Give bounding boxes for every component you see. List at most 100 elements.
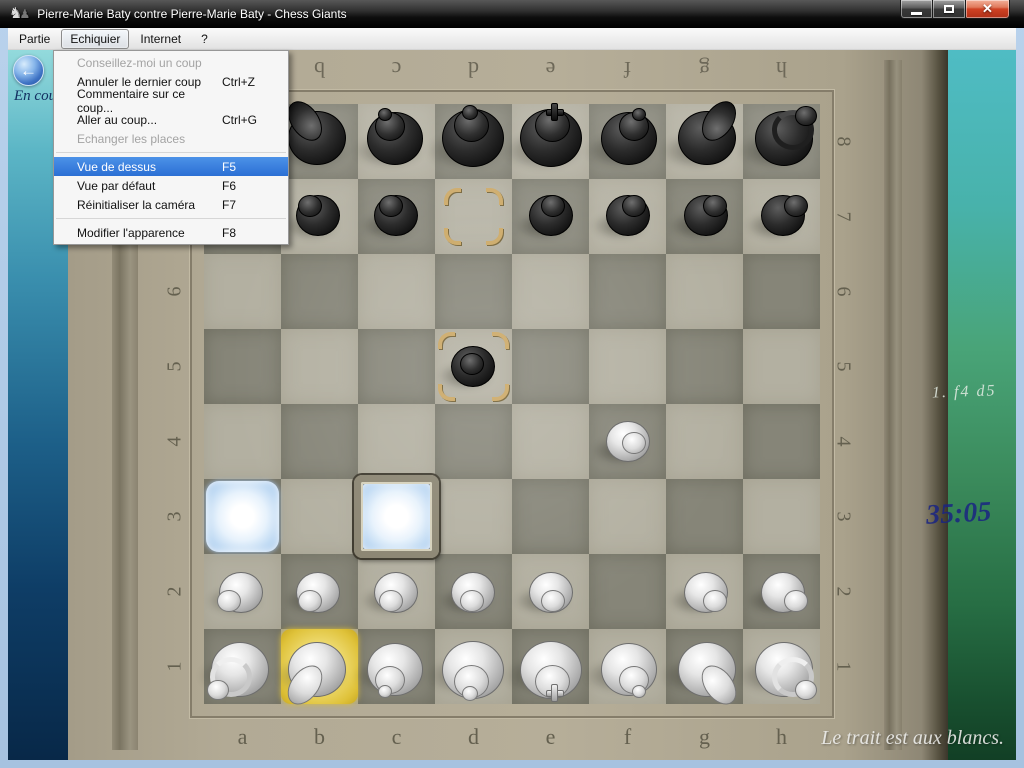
move-target-highlight-a3[interactable]: [206, 481, 279, 552]
menu-item-10[interactable]: Modifier l'apparenceF8: [54, 223, 288, 242]
rank-label-right-5: 5: [806, 356, 881, 378]
piece-white-pawn-f4[interactable]: [589, 404, 666, 479]
piece-black-bishop-c8[interactable]: [358, 104, 435, 179]
piece-black-knight-g8[interactable]: [666, 104, 743, 179]
piece-white-bishop-f1[interactable]: [589, 629, 666, 704]
piece-part: [298, 195, 322, 218]
piece-white-knight-g1[interactable]: [666, 629, 743, 704]
square-g4[interactable]: [666, 404, 743, 479]
square-b6[interactable]: [281, 254, 358, 329]
square-d6[interactable]: [435, 254, 512, 329]
menu-item-8[interactable]: Réinitialiser la caméraF7: [54, 195, 288, 214]
square-e6[interactable]: [512, 254, 589, 329]
piece-black-bishop-f8[interactable]: [589, 104, 666, 179]
game-clock: 35:05: [925, 496, 992, 531]
square-a4[interactable]: [204, 404, 281, 479]
file-label-top-e: e: [512, 56, 589, 82]
square-b4[interactable]: [281, 404, 358, 479]
square-a6[interactable]: [204, 254, 281, 329]
window-title: Pierre-Marie Baty contre Pierre-Marie Ba…: [37, 7, 346, 21]
piece-black-pawn-h7[interactable]: [743, 179, 820, 254]
title-bar[interactable]: ♞♟ Pierre-Marie Baty contre Pierre-Marie…: [0, 0, 1024, 28]
piece-white-pawn-h2[interactable]: [743, 554, 820, 629]
maximize-icon: [944, 5, 954, 13]
piece-part: [784, 590, 808, 613]
menubar-item-internet[interactable]: Internet: [131, 29, 190, 49]
piece-part: [541, 195, 565, 218]
menu-item-7[interactable]: Vue par défautF6: [54, 176, 288, 195]
square-g5[interactable]: [666, 329, 743, 404]
square-c5[interactable]: [358, 329, 435, 404]
menu-item-2[interactable]: Commentaire sur ce coup...: [54, 91, 288, 110]
rank-label-left-3: 3: [138, 506, 213, 528]
menu-item-label: Commentaire sur ce coup...: [77, 87, 223, 115]
menu-bar: PartieEchiquierInternet?: [8, 28, 1016, 50]
square-c6[interactable]: [358, 254, 435, 329]
application-window: ← En cours aabbccddeeffgghh1122334455667…: [0, 0, 1024, 768]
piece-white-knight-b1[interactable]: [281, 629, 358, 704]
piece-black-king-e8[interactable]: [512, 104, 589, 179]
piece-part: [379, 195, 403, 218]
square-c4[interactable]: [358, 404, 435, 479]
square-a5[interactable]: [204, 329, 281, 404]
piece-white-pawn-b2[interactable]: [281, 554, 358, 629]
piece-white-queen-d1[interactable]: [435, 629, 512, 704]
menubar-item-?[interactable]: ?: [192, 29, 217, 49]
back-button[interactable]: ←: [13, 55, 44, 86]
piece-part: [379, 590, 403, 613]
square-d7[interactable]: [435, 179, 512, 254]
piece-white-pawn-e2[interactable]: [512, 554, 589, 629]
menu-item-shortcut: F6: [222, 179, 276, 193]
square-b5[interactable]: [281, 329, 358, 404]
piece-part: [622, 195, 646, 218]
close-button[interactable]: ✕: [966, 0, 1010, 19]
square-b3[interactable]: [281, 479, 358, 554]
piece-black-pawn-c7[interactable]: [358, 179, 435, 254]
piece-black-pawn-g7[interactable]: [666, 179, 743, 254]
piece-black-pawn-f7[interactable]: [589, 179, 666, 254]
hover-frame-highlight[interactable]: [354, 475, 439, 558]
square-f3[interactable]: [589, 479, 666, 554]
menu-item-0[interactable]: Conseillez-moi un coup: [54, 53, 288, 72]
piece-black-knight-b8[interactable]: [281, 104, 358, 179]
piece-white-rook-h1[interactable]: [743, 629, 820, 704]
piece-white-bishop-c1[interactable]: [358, 629, 435, 704]
square-e5[interactable]: [512, 329, 589, 404]
piece-white-pawn-g2[interactable]: [666, 554, 743, 629]
menu-item-label: Réinitialiser la caméra: [77, 198, 195, 212]
square-e3[interactable]: [512, 479, 589, 554]
piece-white-king-e1[interactable]: [512, 629, 589, 704]
menu-item-4[interactable]: Echanger les places: [54, 129, 288, 148]
square-d3[interactable]: [435, 479, 512, 554]
menubar-item-echiquier[interactable]: Echiquier: [61, 29, 129, 49]
app-icon: ♞♟: [9, 6, 30, 22]
square-f5[interactable]: [589, 329, 666, 404]
square-g3[interactable]: [666, 479, 743, 554]
piece-black-pawn-b7[interactable]: [281, 179, 358, 254]
file-label-bottom-e: e: [512, 724, 589, 750]
piece-black-queen-d8[interactable]: [435, 104, 512, 179]
piece-white-pawn-d2[interactable]: [435, 554, 512, 629]
menubar-item-partie[interactable]: Partie: [10, 29, 59, 49]
maximize-button[interactable]: [933, 0, 966, 19]
piece-black-pawn-d5[interactable]: [435, 329, 512, 404]
minimize-button[interactable]: [900, 0, 933, 19]
menu-item-6[interactable]: Vue de dessusF5: [54, 157, 288, 176]
square-e4[interactable]: [512, 404, 589, 479]
square-f2[interactable]: [589, 554, 666, 629]
file-label-bottom-d: d: [435, 724, 512, 750]
piece-white-pawn-c2[interactable]: [358, 554, 435, 629]
board-molding-right: [884, 60, 902, 750]
piece-white-rook-a1[interactable]: [204, 629, 281, 704]
square-d4[interactable]: [435, 404, 512, 479]
rank-label-left-6: 6: [138, 281, 213, 303]
piece-black-rook-h8[interactable]: [743, 104, 820, 179]
square-g6[interactable]: [666, 254, 743, 329]
piece-white-pawn-a2[interactable]: [204, 554, 281, 629]
piece-part: [462, 105, 478, 120]
menu-separator: [56, 218, 286, 219]
piece-part: [378, 108, 392, 121]
rank-label-left-5: 5: [138, 356, 213, 378]
square-f6[interactable]: [589, 254, 666, 329]
piece-black-pawn-e7[interactable]: [512, 179, 589, 254]
